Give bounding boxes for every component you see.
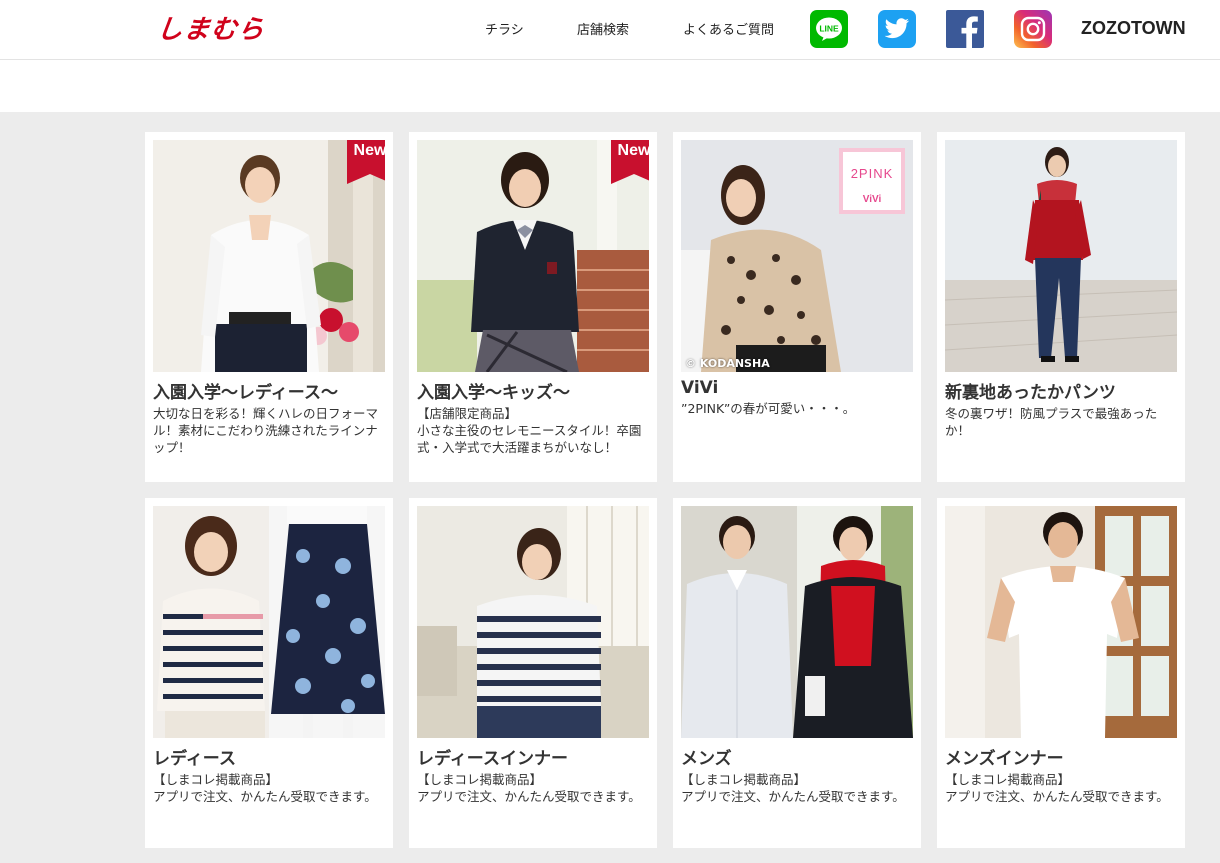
new-badge: New — [347, 140, 385, 184]
product-title: 入園入学～レディース～ — [153, 383, 338, 403]
product-description: ”2PINK”の春が可愛い・・・。 — [681, 401, 856, 416]
product-card[interactable]: レディースインナー 【しまコレ掲載商品】 アプリで注文、かんたん受取できます。 — [409, 498, 657, 848]
product-title: メンズ — [681, 749, 732, 769]
instagram-icon[interactable] — [1014, 10, 1052, 48]
product-description: 【しまコレ掲載商品】 アプリで注文、かんたん受取できます。 — [417, 772, 641, 804]
product-card[interactable]: メンズインナー 【しまコレ掲載商品】 アプリで注文、かんたん受取できます。 — [937, 498, 1185, 848]
product-description: 【店舗限定商品】 小さな主役のセレモニースタイル！卒園式・入学式で大活躍まちがい… — [417, 406, 642, 455]
svg-text:New: New — [618, 142, 649, 159]
2pink-logo: 2PINK — [851, 166, 894, 181]
shimamura-logo[interactable]: しまむら — [155, 9, 267, 46]
product-card[interactable]: 2PINK ViVi © KODANSHA ViVi ”2PINK”の春が可愛い… — [673, 132, 921, 482]
product-title: 入園入学～キッズ～ — [417, 383, 570, 403]
site-header: しまむら チラシ 店舗検索 よくあるご質問 LINE ZOZOTOWN — [0, 0, 1220, 60]
product-grid: New 入園入学～レディース～ 大切な日を彩る！輝くハレの日フォーマル！素材にこ… — [0, 112, 1220, 863]
twitter-icon[interactable] — [878, 10, 916, 48]
product-image: New — [417, 140, 649, 372]
product-description: 冬の裏ワザ！防風プラスで最強あったか！ — [945, 406, 1158, 438]
product-card[interactable]: 新裏地あったかパンツ 冬の裏ワザ！防風プラスで最強あったか！ — [937, 132, 1185, 482]
svg-text:New: New — [354, 142, 385, 159]
line-icon-label: LINE — [819, 24, 839, 34]
product-image — [417, 506, 649, 738]
product-title: レディース — [153, 749, 236, 769]
zozotown-link[interactable]: ZOZOTOWN — [1081, 18, 1186, 39]
product-title: ViVi — [681, 378, 719, 398]
new-badge: New — [611, 140, 649, 184]
product-image — [945, 140, 1177, 372]
product-image — [945, 506, 1177, 738]
nav-flyer-link[interactable]: チラシ — [485, 19, 524, 38]
product-title: レディースインナー — [417, 749, 568, 769]
line-icon[interactable]: LINE — [810, 10, 848, 48]
product-description: 大切な日を彩る！輝くハレの日フォーマル！素材にこだわり洗練されたラインナップ！ — [153, 406, 379, 455]
product-image: 2PINK ViVi © KODANSHA — [681, 140, 913, 372]
product-description: 【しまコレ掲載商品】 アプリで注文、かんたん受取できます。 — [945, 772, 1169, 804]
product-card[interactable]: レディース 【しまコレ掲載商品】 アプリで注文、かんたん受取できます。 — [145, 498, 393, 848]
product-card[interactable]: メンズ 【しまコレ掲載商品】 アプリで注文、かんたん受取できます。 — [673, 498, 921, 848]
facebook-icon[interactable] — [946, 10, 984, 48]
product-card[interactable]: New 入園入学～レディース～ 大切な日を彩る！輝くハレの日フォーマル！素材にこ… — [145, 132, 393, 482]
product-title: 新裏地あったかパンツ — [945, 383, 1116, 403]
product-description: 【しまコレ掲載商品】 アプリで注文、かんたん受取できます。 — [153, 772, 377, 804]
product-card[interactable]: New 入園入学～キッズ～ 【店舗限定商品】 小さな主役のセレモニースタイル！卒… — [409, 132, 657, 482]
nav-faq-link[interactable]: よくあるご質問 — [683, 19, 774, 38]
product-image: New — [153, 140, 385, 372]
nav-store-search-link[interactable]: 店舗検索 — [577, 19, 629, 38]
product-title: メンズインナー — [945, 749, 1064, 769]
product-description: 【しまコレ掲載商品】 アプリで注文、かんたん受取できます。 — [681, 772, 905, 804]
product-image — [153, 506, 385, 738]
vivi-logo: ViVi — [863, 194, 882, 205]
photo-credit: © KODANSHA — [685, 357, 770, 370]
product-image — [681, 506, 913, 738]
